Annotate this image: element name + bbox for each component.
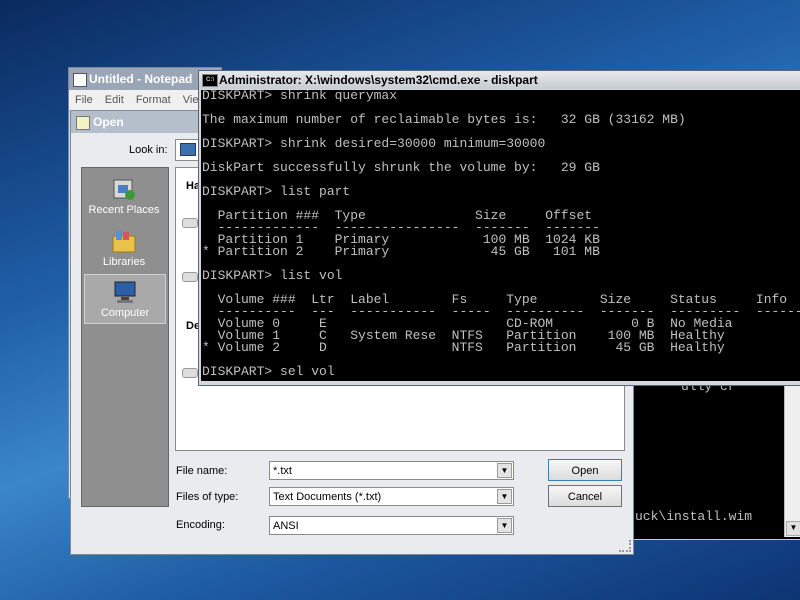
look-in-label: Look in: <box>129 144 168 156</box>
places-bar: Recent Places Libraries Computer <box>81 167 169 507</box>
resize-grip-icon[interactable] <box>619 540 631 552</box>
cmd-title: Administrator: X:\windows\system32\cmd.e… <box>219 73 538 87</box>
place-recent-places[interactable]: Recent Places <box>84 172 164 220</box>
console-line: DISKPART> shrink querymax <box>202 90 398 103</box>
place-label: Computer <box>100 307 150 319</box>
place-computer[interactable]: Computer <box>84 274 166 324</box>
cmd-title-bar[interactable]: C:\ Administrator: X:\windows\system32\c… <box>199 71 800 89</box>
place-label: Recent Places <box>88 204 160 216</box>
console-line: DiskPart successfully shrunk the volume … <box>202 160 600 175</box>
encoding-value: ANSI <box>273 520 299 532</box>
console-line: The maximum number of reclaimable bytes … <box>202 112 686 127</box>
place-libraries[interactable]: Libraries <box>84 224 164 272</box>
background-cmd-line: uck\install.wim <box>635 509 753 524</box>
files-of-type-label: Files of type: <box>176 491 239 503</box>
open-dialog-title: Open <box>93 115 124 129</box>
computer-icon <box>180 143 196 156</box>
console-line: * Partition 2 Primary 45 GB 101 MB <box>202 244 600 259</box>
background-cmd-window: ully cr uck\install.wim ▼ <box>632 379 800 540</box>
drive-icon[interactable] <box>182 272 198 282</box>
console-output[interactable]: DISKPART> shrink querymax The maximum nu… <box>201 90 800 381</box>
console-line: DISKPART> list part <box>202 184 351 199</box>
chevron-down-icon[interactable]: ▼ <box>497 518 512 533</box>
place-label: Libraries <box>102 256 146 268</box>
folder-icon <box>76 116 90 130</box>
drive-icon[interactable] <box>182 368 198 378</box>
cancel-button[interactable]: Cancel <box>548 485 622 507</box>
file-name-label: File name: <box>176 465 228 477</box>
encoding-label: Encoding: <box>176 519 225 531</box>
cmd-icon: C:\ <box>202 74 218 87</box>
console-line: DISKPART> list vol <box>202 268 343 283</box>
files-of-type-value: Text Documents (*.txt) <box>273 491 382 503</box>
console-line: DISKPART> sel vol <box>202 364 335 379</box>
menu-view[interactable]: Vie <box>183 94 199 106</box>
file-name-input[interactable]: *.txt ▼ <box>269 461 514 480</box>
libraries-icon <box>111 228 137 254</box>
background-cmd-scrollbar[interactable]: ▼ <box>784 381 800 537</box>
files-of-type-select[interactable]: Text Documents (*.txt) ▼ <box>269 487 514 506</box>
notepad-icon <box>73 73 87 87</box>
console-line: * Volume 2 D NTFS Partition 45 GB Health… <box>202 340 725 355</box>
menu-edit[interactable]: Edit <box>105 94 124 106</box>
menu-file[interactable]: File <box>75 94 93 106</box>
recent-places-icon <box>111 176 137 202</box>
menu-format[interactable]: Format <box>136 94 171 106</box>
notepad-title: Untitled - Notepad <box>89 72 193 86</box>
computer-icon <box>112 279 138 305</box>
chevron-down-icon[interactable]: ▼ <box>497 489 512 504</box>
encoding-select[interactable]: ANSI ▼ <box>269 516 514 535</box>
console-line: DISKPART> shrink desired=30000 minimum=3… <box>202 136 546 151</box>
chevron-down-icon[interactable]: ▼ <box>497 463 512 478</box>
console-text: DISKPART> shrink querymax The maximum nu… <box>201 90 800 378</box>
drive-icon[interactable] <box>182 218 198 228</box>
open-button[interactable]: Open <box>548 459 622 481</box>
file-name-value: *.txt <box>273 465 292 477</box>
cmd-window: C:\ Administrator: X:\windows\system32\c… <box>198 70 800 386</box>
scroll-down-arrow-icon[interactable]: ▼ <box>786 521 800 536</box>
